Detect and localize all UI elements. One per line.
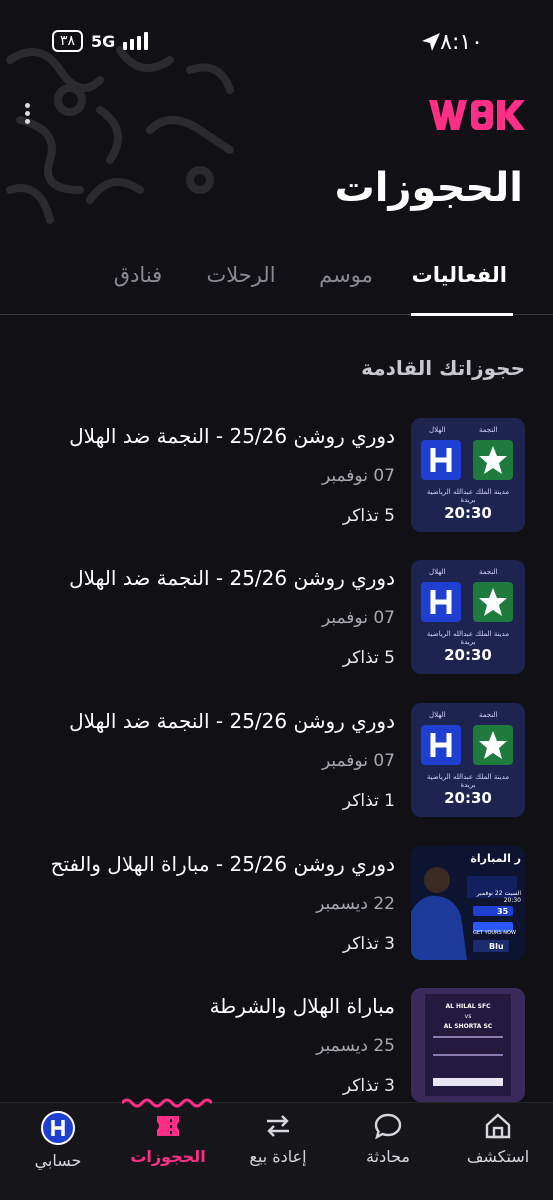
- booking-info: دوري روشن 25/26 - النجمة ضد الهلال 07 نو…: [25, 418, 395, 534]
- nav-label: الحجوزات: [130, 1147, 206, 1166]
- booking-item[interactable]: AL HILAL SFC vs AL SHORTA SC مباراة الهل…: [25, 988, 525, 1104]
- booking-tickets: 5 تذاكر: [342, 506, 395, 526]
- bottom-navigation: استكشف محادثة إعادة بيع الحجوزات حسابي: [0, 1098, 553, 1200]
- home-team-label: الهلال: [429, 568, 446, 576]
- booking-item[interactable]: الهلال النجمة مدينة الملك عبدالله الرياض…: [25, 560, 525, 676]
- away-team-label: النجمة: [479, 568, 498, 576]
- booking-item[interactable]: ر المباراة السبت 22 نوفمبر 20:30 35 GET …: [25, 846, 525, 962]
- booking-name: دوري روشن 25/26 - النجمة ضد الهلال: [69, 709, 395, 733]
- tab-trips[interactable]: الرحلات: [201, 255, 281, 315]
- poster-price: 35: [497, 907, 509, 916]
- booking-date: 07 نوفمبر: [321, 608, 395, 628]
- nav-account[interactable]: حسابي: [3, 1111, 113, 1170]
- booking-thumbnail: ر المباراة السبت 22 نوفمبر 20:30 35 GET …: [411, 846, 525, 960]
- nav-label: حسابي: [34, 1151, 82, 1170]
- booking-thumbnail: الهلال النجمة مدينة الملك عبدالله الرياض…: [411, 703, 525, 817]
- nav-bookings[interactable]: الحجوزات: [113, 1111, 223, 1166]
- chat-icon: [374, 1113, 402, 1140]
- nav-label: إعادة بيع: [249, 1147, 307, 1166]
- decorative-pattern-icon: [6, 46, 234, 224]
- tab-events[interactable]: الفعاليات: [411, 255, 513, 316]
- booking-date: 07 نوفمبر: [321, 751, 395, 771]
- booking-name: دوري روشن 25/26 - مباراة الهلال والفتح: [50, 852, 395, 876]
- booking-tickets: 5 تذاكر: [342, 648, 395, 668]
- poster-cta: GET YOURS NOW: [473, 930, 516, 936]
- resale-icon: [267, 1115, 289, 1137]
- booking-name: دوري روشن 25/26 - النجمة ضد الهلال: [69, 566, 395, 590]
- match-time: 20:30: [444, 789, 492, 807]
- booking-name: دوري روشن 25/26 - النجمة ضد الهلال: [69, 424, 395, 448]
- match-time: 20:30: [444, 504, 492, 522]
- nav-chat[interactable]: محادثة: [333, 1111, 443, 1166]
- venue-label: مدينة الملك عبدالله الرياضية بريدة: [426, 773, 510, 789]
- away-team-label: النجمة: [479, 711, 498, 719]
- nav-explore[interactable]: استكشف: [443, 1111, 553, 1166]
- location-arrow-icon: [422, 33, 440, 51]
- venue-label: مدينة الملك عبدالله الرياضية بريدة: [426, 630, 510, 646]
- tab-season[interactable]: موسم: [315, 255, 377, 315]
- active-tab-indicator-icon: [122, 1098, 212, 1108]
- poster-brand: Blu: [489, 942, 504, 951]
- upcoming-bookings-title: حجوزاتك القادمة: [361, 356, 525, 380]
- match-time: 20:30: [444, 646, 492, 664]
- booking-item[interactable]: الهلال النجمة مدينة الملك عبدالله الرياض…: [25, 418, 525, 534]
- najma-crest-icon: [473, 725, 513, 765]
- booking-tickets: 1 تذاكر: [342, 791, 395, 811]
- booking-thumbnail: الهلال النجمة مدينة الملك عبدالله الرياض…: [411, 418, 525, 532]
- booking-thumbnail: الهلال النجمة مدينة الملك عبدالله الرياض…: [411, 560, 525, 674]
- nav-label: محادثة: [366, 1147, 410, 1166]
- hilal-crest-icon: [421, 582, 461, 622]
- booking-date: 22 ديسمبر: [316, 894, 395, 914]
- hilal-crest-icon: [421, 440, 461, 480]
- hilal-crest-icon: [421, 725, 461, 765]
- home-team-label: الهلال: [429, 426, 446, 434]
- category-tabs: الفعاليات موسم الرحلات فنادق: [0, 255, 553, 316]
- booking-date: 25 ديسمبر: [316, 1036, 395, 1056]
- booking-tickets: 3 تذاكر: [342, 934, 395, 954]
- booking-thumbnail: AL HILAL SFC vs AL SHORTA SC: [411, 988, 525, 1102]
- wbk-logo: [429, 100, 525, 130]
- booking-date: 07 نوفمبر: [321, 466, 395, 486]
- booking-info: مباراة الهلال والشرطة 25 ديسمبر 3 تذاكر: [25, 988, 395, 1104]
- poster-headline: ر المباراة: [470, 852, 521, 865]
- home-icon: [485, 1113, 511, 1139]
- booking-item[interactable]: الهلال النجمة مدينة الملك عبدالله الرياض…: [25, 703, 525, 819]
- booking-info: دوري روشن 25/26 - النجمة ضد الهلال 07 نو…: [25, 703, 395, 819]
- status-time: ٨:١٠: [440, 30, 483, 55]
- booking-info: دوري روشن 25/26 - مباراة الهلال والفتح 2…: [25, 846, 395, 962]
- poster-date: السبت 22 نوفمبر 20:30: [476, 890, 521, 904]
- avatar-icon: [41, 1111, 75, 1145]
- nav-resale[interactable]: إعادة بيع: [223, 1111, 333, 1166]
- venue-label: مدينة الملك عبدالله الرياضية بريدة: [426, 488, 510, 504]
- more-menu-icon[interactable]: [20, 100, 34, 134]
- poster-teams: AL HILAL SFC vs AL SHORTA SC: [443, 1003, 493, 1030]
- away-team-label: النجمة: [479, 426, 498, 434]
- booking-name: مباراة الهلال والشرطة: [209, 994, 395, 1018]
- nav-label: استكشف: [466, 1147, 530, 1166]
- booking-info: دوري روشن 25/26 - النجمة ضد الهلال 07 نو…: [25, 560, 395, 676]
- tab-hotels[interactable]: فنادق: [107, 255, 169, 315]
- najma-crest-icon: [473, 440, 513, 480]
- home-team-label: الهلال: [429, 711, 446, 719]
- ticket-icon: [157, 1116, 179, 1136]
- najma-crest-icon: [473, 582, 513, 622]
- page-title: الحجوزات: [334, 165, 523, 211]
